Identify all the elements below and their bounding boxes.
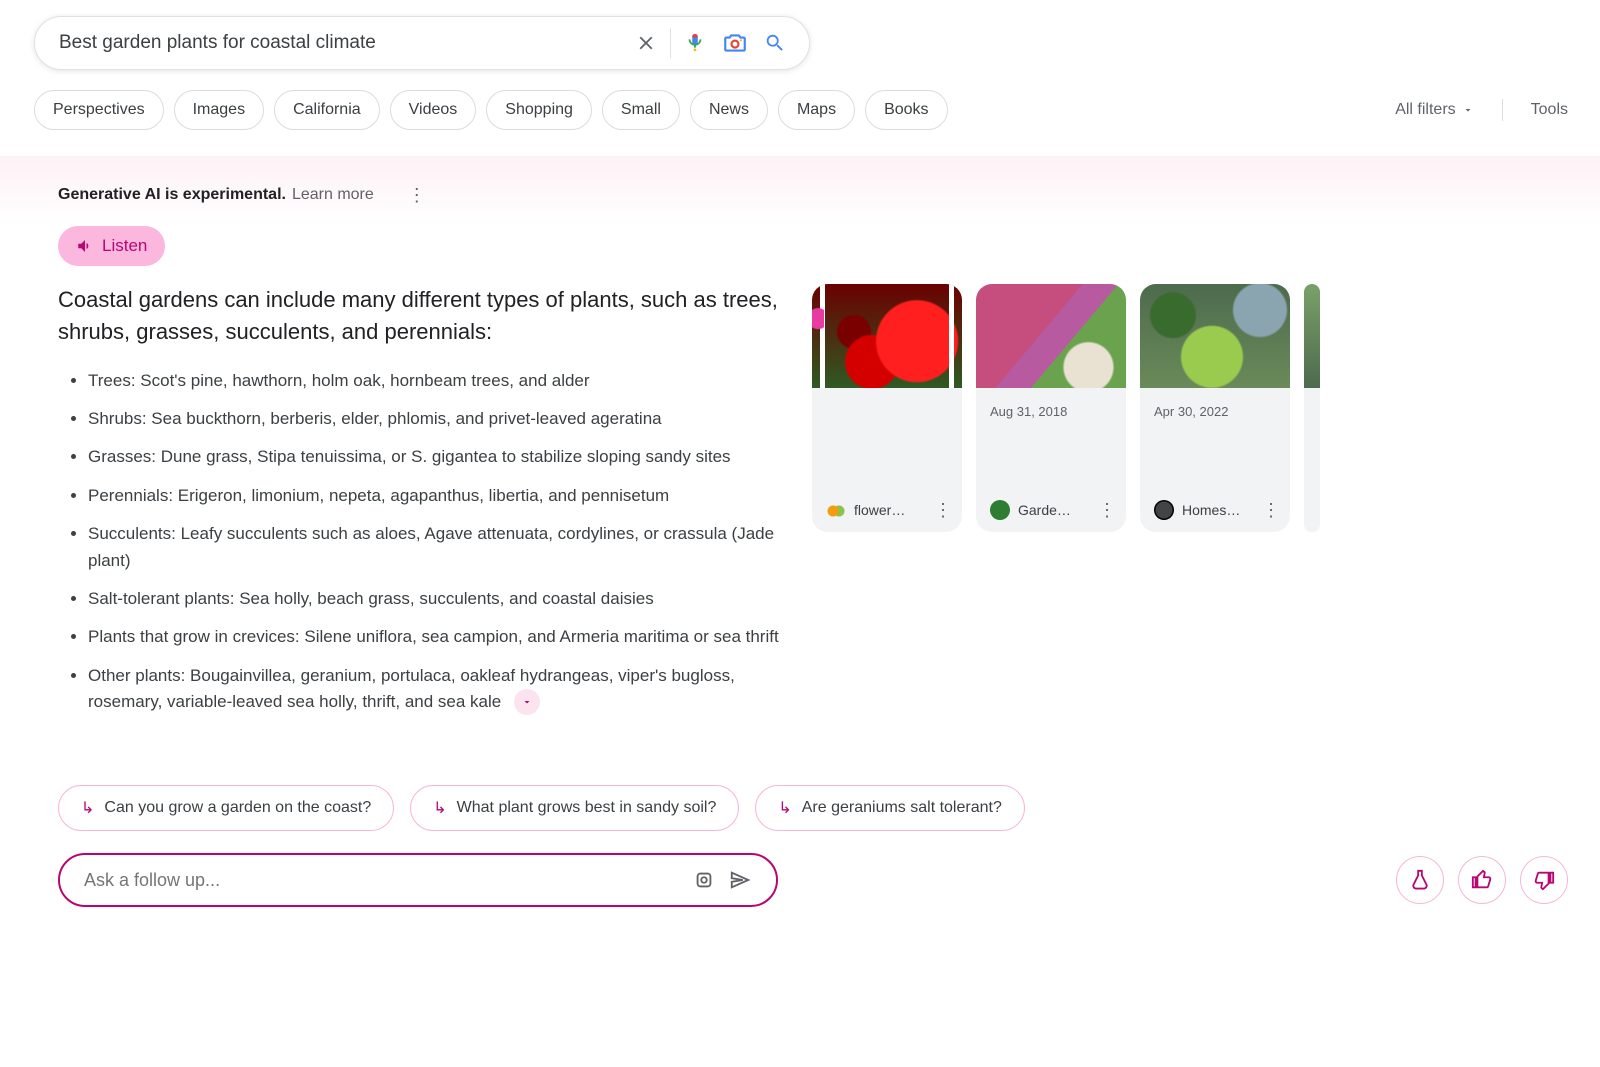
all-filters-button[interactable]: All filters — [1395, 101, 1473, 119]
filter-chip[interactable]: Videos — [390, 90, 477, 130]
filter-chip[interactable]: News — [690, 90, 768, 130]
flask-icon — [1409, 869, 1431, 891]
listen-button[interactable]: Listen — [58, 226, 165, 266]
feedback-buttons — [1396, 856, 1568, 904]
followup-suggestions: ↳ Can you grow a garden on the coast? ↳ Wha… — [58, 785, 1600, 831]
learn-more-link[interactable]: Learn more — [292, 186, 374, 204]
source-site: Garde… — [1018, 502, 1090, 518]
source-thumbnail — [812, 284, 962, 388]
clear-icon[interactable] — [626, 23, 666, 63]
followup-chip[interactable]: ↳ What plant grows best in sandy soil? — [410, 785, 739, 831]
filter-chip[interactable]: Images — [174, 90, 264, 130]
source-title: The best potted outdoor… — [812, 388, 962, 400]
ai-answer-item: Trees: Scot's pine, hawthorn, holm oak, … — [88, 368, 798, 394]
filter-chip[interactable]: Books — [865, 90, 947, 130]
source-thumbnail — [976, 284, 1126, 388]
source-thumbnail — [1304, 284, 1320, 388]
ai-answer-item: Plants that grow in crevices: Silene uni… — [88, 624, 798, 650]
source-more-icon[interactable]: ⋮ — [1262, 501, 1280, 519]
filter-chip[interactable]: Small — [602, 90, 680, 130]
ai-answer-item: Shrubs: Sea buckthorn, berberis, elder, … — [88, 406, 798, 432]
source-card[interactable]: The best potted outdoor… flower… ⋮ — [812, 284, 962, 532]
voice-search-icon[interactable] — [675, 23, 715, 63]
filter-chip[interactable]: California — [274, 90, 380, 130]
ai-answer-item: Perennials: Erigeron, limonium, nepeta, … — [88, 483, 798, 509]
filter-chip[interactable]: Shopping — [486, 90, 592, 130]
source-site: Homes… — [1182, 502, 1254, 518]
source-card[interactable]: Coastal plants: 10 best choices for… Apr … — [1140, 284, 1290, 532]
followup-chip-label: What plant grows best in sandy soil? — [457, 799, 717, 817]
send-icon[interactable] — [722, 869, 758, 891]
source-cards-row: The best potted outdoor…flower…⋮Best Pla… — [812, 284, 1320, 727]
search-bar — [34, 16, 810, 70]
filter-chip[interactable]: Perspectives — [34, 90, 164, 130]
source-title: Best Plants for a Coastal Garden -… — [976, 388, 1126, 400]
image-input-icon[interactable] — [686, 869, 722, 891]
expand-answer-button[interactable] — [514, 689, 540, 715]
followup-input[interactable] — [82, 869, 686, 892]
followup-chip[interactable]: ↳ Can you grow a garden on the coast? — [58, 785, 394, 831]
search-input[interactable] — [57, 31, 626, 55]
source-date: Apr 30, 2022 — [1140, 404, 1290, 419]
source-favicon — [990, 500, 1010, 520]
ai-answer-intro: Coastal gardens can include many differe… — [58, 284, 798, 348]
ai-answer-item: Other plants: Bougainvillea, geranium, p… — [88, 663, 798, 716]
listen-label: Listen — [102, 236, 147, 256]
followup-input-wrapper — [58, 853, 778, 907]
source-more-icon[interactable]: ⋮ — [1098, 501, 1116, 519]
speaker-icon — [76, 237, 94, 255]
experiment-button[interactable] — [1396, 856, 1444, 904]
source-favicon — [1154, 500, 1174, 520]
source-favicon — [826, 500, 846, 520]
thumbs-down-button[interactable] — [1520, 856, 1568, 904]
ai-answer-item: Succulents: Leafy succulents such as alo… — [88, 521, 798, 574]
filter-row: PerspectivesImagesCaliforniaVideosShoppi… — [34, 90, 1600, 130]
thumbs-up-icon — [1471, 869, 1493, 891]
source-card-peek[interactable] — [1304, 284, 1320, 532]
followup-arrow-icon: ↳ — [81, 798, 94, 818]
source-date: Aug 31, 2018 — [976, 404, 1126, 419]
source-thumbnail — [1140, 284, 1290, 388]
filter-chip[interactable]: Maps — [778, 90, 855, 130]
ai-disclaimer-text: Generative AI is experimental. — [58, 186, 286, 204]
followup-chip-label: Can you grow a garden on the coast? — [104, 799, 371, 817]
ai-answer-item: Salt-tolerant plants: Sea holly, beach g… — [88, 586, 798, 612]
ai-answer-list: Trees: Scot's pine, hawthorn, holm oak, … — [58, 368, 798, 716]
source-card[interactable]: Best Plants for a Coastal Garden -… Aug 3… — [976, 284, 1126, 532]
source-title: Coastal plants: 10 best choices for… — [1140, 388, 1290, 400]
followup-arrow-icon: ↳ — [433, 798, 446, 818]
more-options-icon[interactable]: ⋮ — [408, 186, 426, 204]
vertical-divider — [670, 28, 671, 58]
thumbs-down-icon — [1533, 869, 1555, 891]
source-more-icon[interactable]: ⋮ — [934, 501, 952, 519]
chevron-down-icon — [1462, 104, 1474, 116]
all-filters-label: All filters — [1395, 101, 1455, 119]
followup-chip[interactable]: ↳ Are geraniums salt tolerant? — [755, 785, 1025, 831]
followup-chip-label: Are geraniums salt tolerant? — [802, 799, 1002, 817]
tools-button[interactable]: Tools — [1531, 101, 1568, 119]
search-icon[interactable] — [755, 23, 795, 63]
source-site: flower… — [854, 502, 926, 518]
thumbs-up-button[interactable] — [1458, 856, 1506, 904]
ai-answer-item: Grasses: Dune grass, Stipa tenuissima, o… — [88, 444, 798, 470]
image-search-icon[interactable] — [715, 23, 755, 63]
followup-arrow-icon: ↳ — [778, 798, 791, 818]
vertical-divider — [1502, 99, 1503, 121]
